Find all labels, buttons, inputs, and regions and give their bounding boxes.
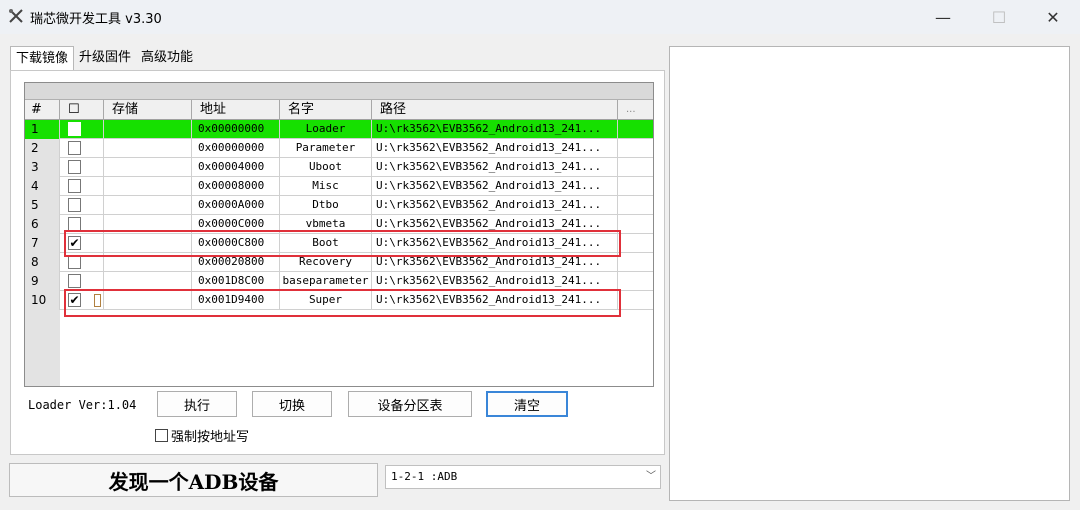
row-storage[interactable] <box>104 139 192 158</box>
row-address[interactable]: 0x00000000 <box>192 139 280 158</box>
row-name[interactable]: Misc <box>280 177 372 196</box>
annotation-box-boot <box>64 230 621 257</box>
header-extra: ... <box>626 104 636 115</box>
device-status: 发现一个ADB设备 <box>9 463 378 497</box>
row-extra[interactable] <box>618 253 653 272</box>
row-address[interactable]: 0x00004000 <box>192 158 280 177</box>
row-path[interactable]: U:\rk3562\EVB3562_Android13_241... <box>372 158 618 177</box>
row-number: 5 <box>25 196 60 215</box>
switch-button[interactable]: 切换 <box>252 391 332 417</box>
header-address[interactable]: 地址 <box>192 100 280 120</box>
force-address-write-option[interactable]: 强制按地址写 <box>155 426 249 445</box>
row-checkbox[interactable] <box>68 217 81 231</box>
row-checkbox[interactable] <box>68 274 81 288</box>
loader-version: Loader Ver:1.04 <box>28 398 137 412</box>
row-check-cell <box>60 177 104 196</box>
tab-download-image[interactable]: 下载镜像 <box>10 46 75 70</box>
row-extra[interactable] <box>618 177 653 196</box>
clear-button[interactable]: 清空 <box>486 391 568 417</box>
row-number: 4 <box>25 177 60 196</box>
tab-bar: 下载镜像 升级固件 高级功能 <box>10 46 198 70</box>
annotation-box-super <box>64 289 621 317</box>
row-checkbox[interactable] <box>68 179 81 193</box>
tools-icon <box>9 9 23 23</box>
row-address[interactable]: 0x00008000 <box>192 177 280 196</box>
window-title: 瑞芯微开发工具 v3.30 <box>30 12 162 27</box>
force-address-write-label: 强制按地址写 <box>171 430 250 445</box>
row-number: 7 <box>25 234 60 253</box>
row-path[interactable]: U:\rk3562\EVB3562_Android13_241... <box>372 139 618 158</box>
header-path[interactable]: 路径 <box>372 100 618 120</box>
row-checkbox[interactable] <box>68 255 81 269</box>
header-name[interactable]: 名字 <box>280 100 372 120</box>
row-checkbox[interactable] <box>68 198 81 212</box>
table-row[interactable]: 3 0x00004000 Uboot U:\rk3562\EVB3562_Androi… <box>25 158 653 177</box>
partition-table-button[interactable]: 设备分区表 <box>348 391 472 417</box>
row-path[interactable]: U:\rk3562\EVB3562_Android13_241... <box>372 120 618 139</box>
table-row[interactable]: 5 0x0000A000 Dtbo U:\rk3562\EVB3562_Android… <box>25 196 653 215</box>
row-checkbox[interactable] <box>68 160 81 174</box>
row-name[interactable]: Parameter <box>280 139 372 158</box>
maximize-button[interactable]: ☐ <box>976 0 1022 34</box>
row-extra[interactable] <box>618 215 653 234</box>
tab-upgrade-firmware[interactable]: 升级固件 <box>74 46 136 70</box>
row-check-cell <box>60 139 104 158</box>
tab-advanced[interactable]: 高级功能 <box>136 46 198 70</box>
table-header: # ☐ 存储 地址 名字 路径 ... <box>25 100 653 120</box>
row-extra[interactable] <box>618 196 653 215</box>
row-number: 1 <box>25 120 60 139</box>
row-path[interactable]: U:\rk3562\EVB3562_Android13_241... <box>372 177 618 196</box>
row-number: 3 <box>25 158 60 177</box>
table-row[interactable]: 2 0x00000000 Parameter U:\rk3562\EVB3562_An… <box>25 139 653 158</box>
table-row[interactable]: 4 0x00008000 Misc U:\rk3562\EVB3562_Android… <box>25 177 653 196</box>
row-name[interactable]: Loader <box>280 120 372 139</box>
minimize-button[interactable]: — <box>920 0 966 34</box>
row-address[interactable]: 0x00000000 <box>192 120 280 139</box>
table-top-strip <box>25 83 653 100</box>
row-number: 6 <box>25 215 60 234</box>
row-extra[interactable] <box>618 291 653 310</box>
chevron-down-icon[interactable]: ﹀ <box>646 466 656 488</box>
row-check-cell <box>60 196 104 215</box>
table-body: 1 0x00000000 Loader U:\rk3562\EVB3562_Andro… <box>25 120 653 310</box>
title-bar: 瑞芯微开发工具 v3.30 — ☐ ✕ <box>0 0 1080 34</box>
row-number: 10 <box>25 291 60 310</box>
device-select[interactable]: 1-2-1 :ADB ﹀ <box>385 465 661 489</box>
execute-button[interactable]: 执行 <box>157 391 237 417</box>
row-storage[interactable] <box>104 120 192 139</box>
row-name[interactable]: Dtbo <box>280 196 372 215</box>
table-row[interactable]: 1 0x00000000 Loader U:\rk3562\EVB3562_Andro… <box>25 120 653 139</box>
header-storage[interactable]: 存储 <box>104 100 192 120</box>
row-address[interactable]: 0x0000A000 <box>192 196 280 215</box>
row-number: 2 <box>25 139 60 158</box>
row-extra[interactable] <box>618 139 653 158</box>
row-extra[interactable] <box>618 272 653 291</box>
row-number: 9 <box>25 272 60 291</box>
row-check-cell <box>60 158 104 177</box>
close-button[interactable]: ✕ <box>1030 0 1076 34</box>
row-extra[interactable] <box>618 234 653 253</box>
header-num: # <box>25 100 60 120</box>
row-storage[interactable] <box>104 158 192 177</box>
header-select-all[interactable]: ☐ <box>60 100 104 120</box>
row-checkbox[interactable] <box>68 141 81 155</box>
force-address-write-checkbox[interactable] <box>155 429 168 442</box>
log-panel <box>669 46 1070 501</box>
row-storage[interactable] <box>104 196 192 215</box>
device-select-value: 1-2-1 :ADB <box>391 470 458 483</box>
row-path[interactable]: U:\rk3562\EVB3562_Android13_241... <box>372 196 618 215</box>
row-extra[interactable] <box>618 120 653 139</box>
row-name[interactable]: Uboot <box>280 158 372 177</box>
row-number: 8 <box>25 253 60 272</box>
row-checkbox[interactable] <box>68 122 81 136</box>
row-check-cell <box>60 120 104 139</box>
row-extra[interactable] <box>618 158 653 177</box>
row-storage[interactable] <box>104 177 192 196</box>
